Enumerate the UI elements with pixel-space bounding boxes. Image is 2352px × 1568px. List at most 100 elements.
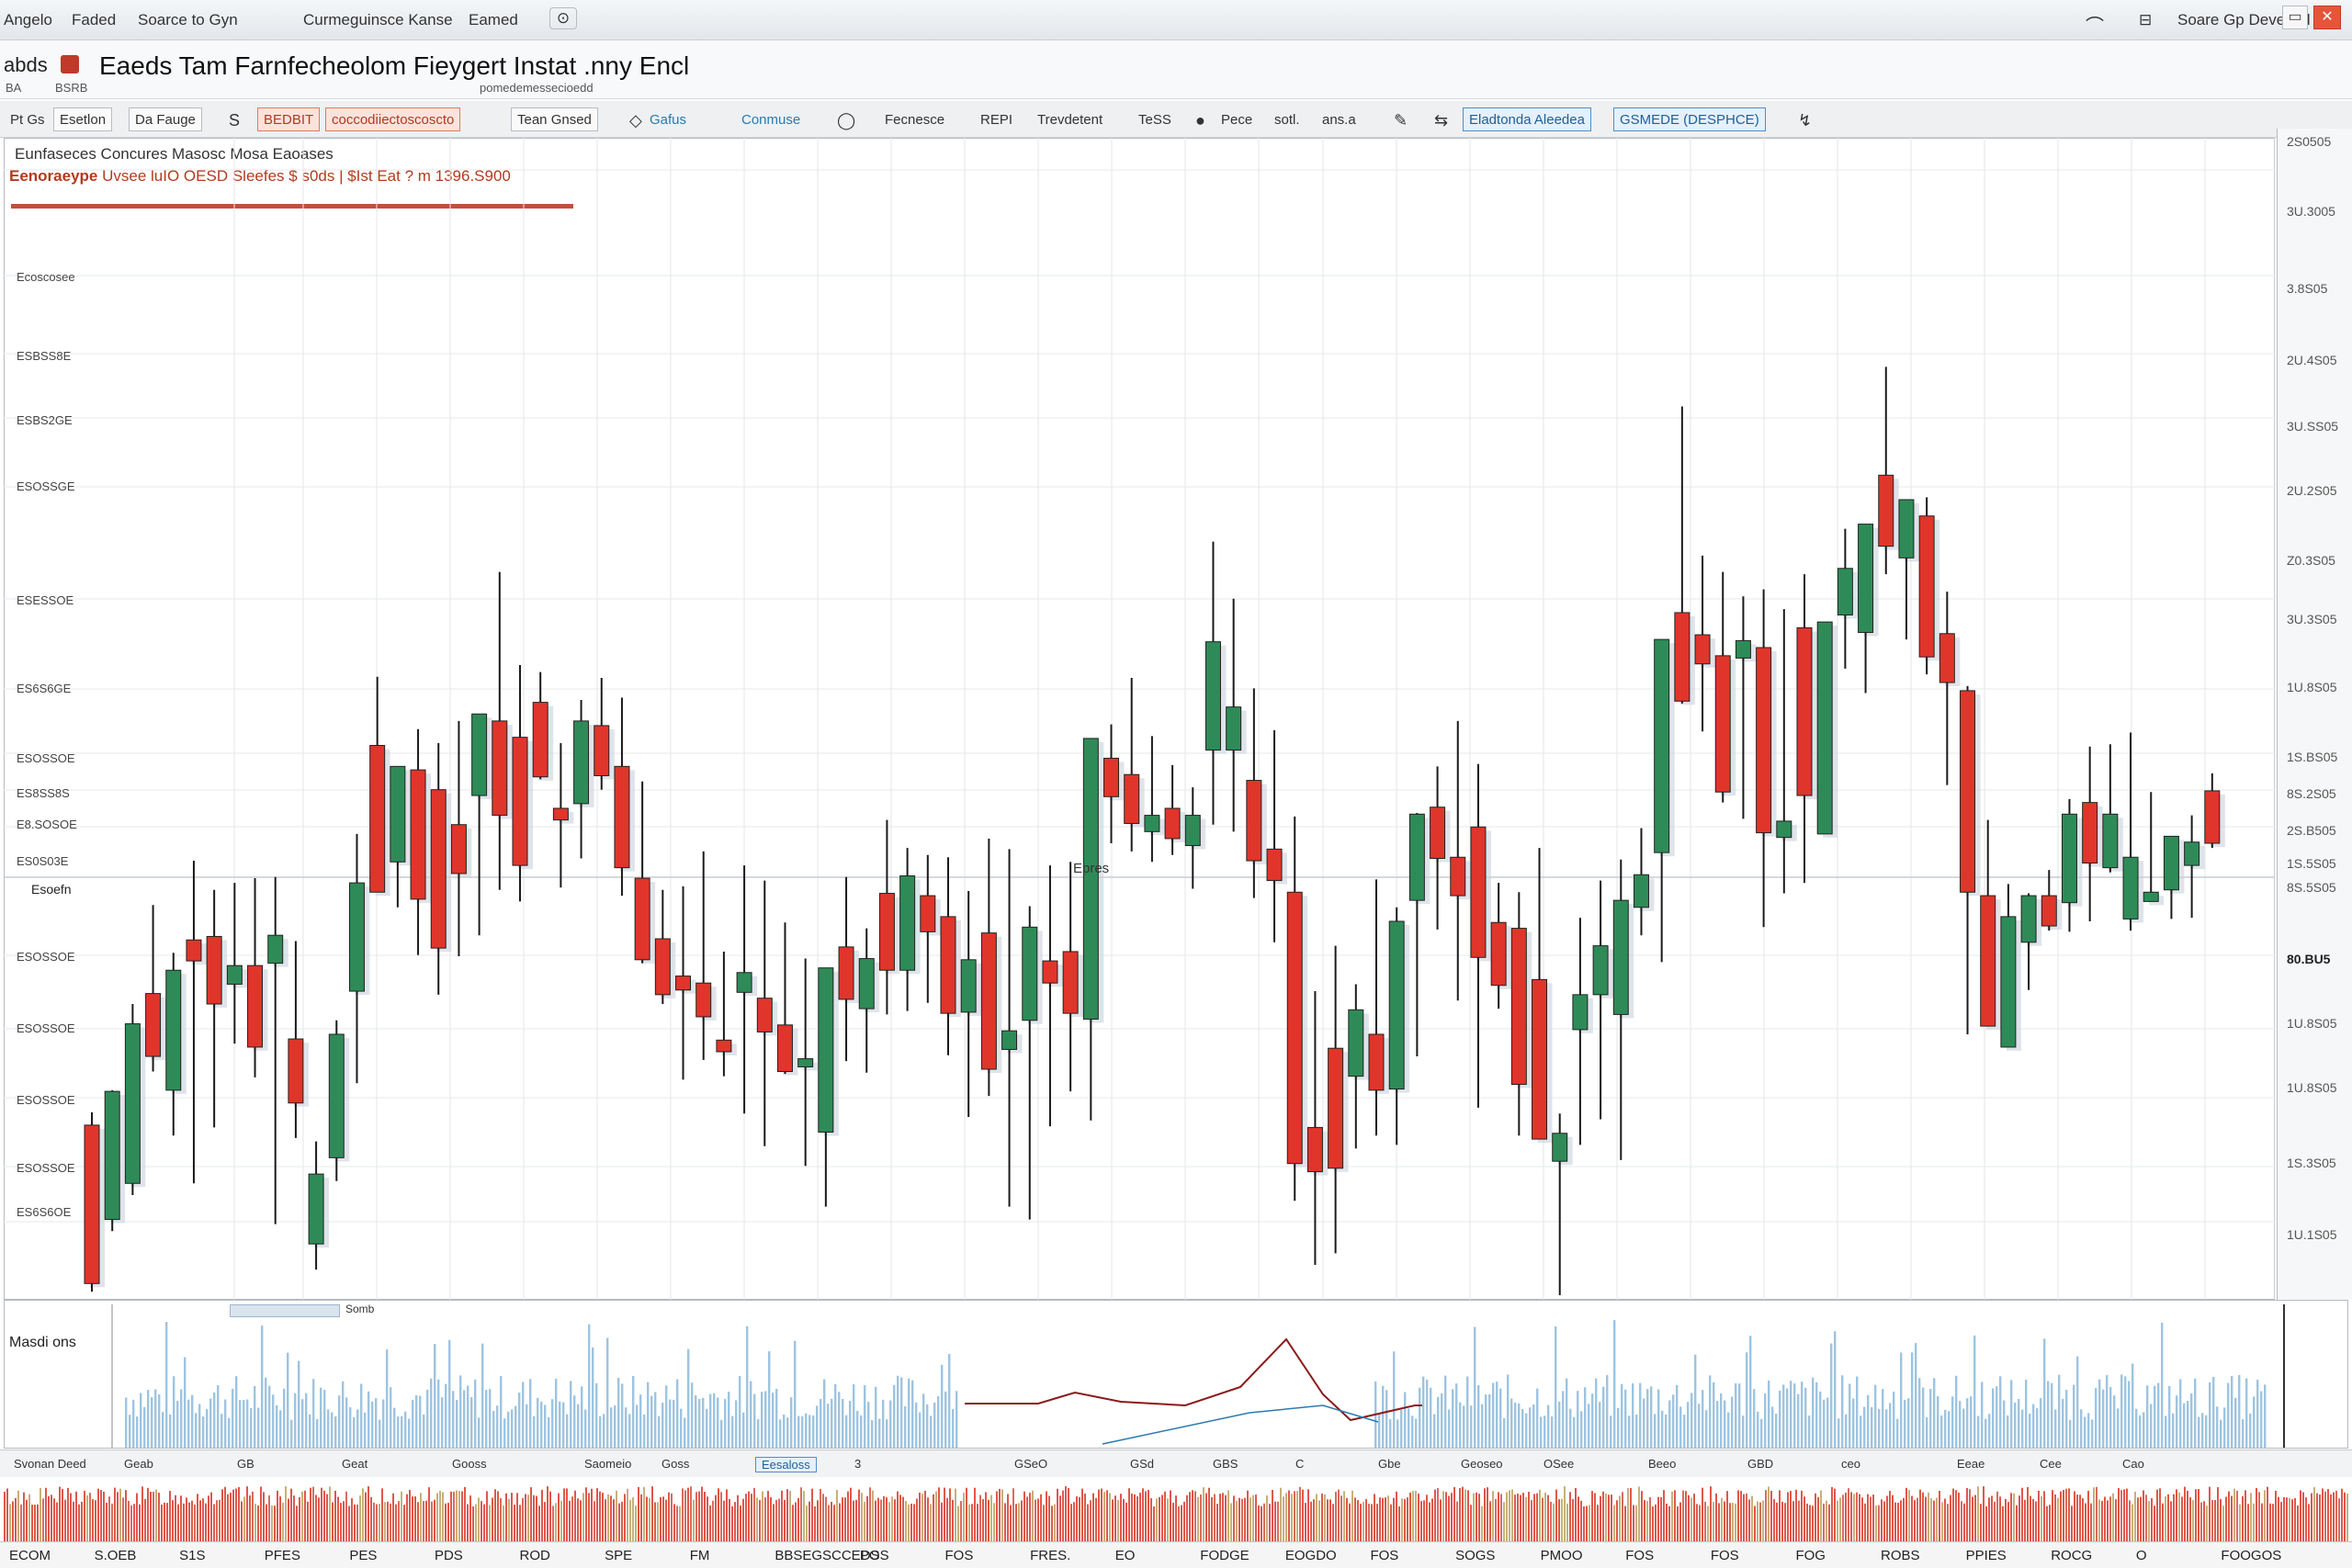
indicator-bar bbox=[2344, 1492, 2346, 1541]
indicator-bar bbox=[922, 1494, 923, 1541]
time-axis-label: PPIES bbox=[1965, 1548, 2007, 1563]
indicator-bar bbox=[337, 1496, 339, 1541]
indicator-bar bbox=[580, 1500, 582, 1541]
indicator-bar bbox=[1043, 1505, 1045, 1541]
indicator-bar bbox=[1382, 1497, 1384, 1541]
indicator-bar bbox=[2140, 1496, 2142, 1541]
indicator-bar bbox=[938, 1487, 940, 1541]
indicator-bar bbox=[1878, 1505, 1880, 1541]
indicator-bar bbox=[271, 1505, 273, 1541]
indicator-bar bbox=[2085, 1503, 2086, 1541]
indicator-bar bbox=[1338, 1489, 1340, 1541]
indicator-bar bbox=[883, 1495, 885, 1541]
indicator-bar bbox=[1070, 1504, 1072, 1541]
indicator-bar bbox=[232, 1489, 234, 1541]
indicator-bar bbox=[544, 1502, 546, 1541]
indicator-bar bbox=[1580, 1500, 1582, 1541]
indicator-bar bbox=[1081, 1488, 1083, 1541]
indicator-bar bbox=[1652, 1506, 1654, 1541]
indicator-bar bbox=[1702, 1487, 1703, 1541]
indicator-bar bbox=[1459, 1487, 1461, 1541]
indicator-bar bbox=[2327, 1489, 2329, 1541]
indicator-bar bbox=[1343, 1491, 1345, 1541]
indicator-bar bbox=[1464, 1489, 1466, 1541]
indicator-bar bbox=[2322, 1488, 2324, 1541]
indicator-bar bbox=[1181, 1505, 1182, 1541]
indicator-bar bbox=[469, 1495, 471, 1541]
indicator-bar bbox=[464, 1486, 466, 1541]
indicator-bar bbox=[1418, 1494, 1419, 1541]
indicator-bar bbox=[1357, 1500, 1359, 1541]
indicator-bar bbox=[731, 1506, 733, 1541]
indicator-bar bbox=[208, 1495, 209, 1541]
indicator-bar bbox=[428, 1487, 430, 1541]
indicator-bar bbox=[1291, 1494, 1293, 1541]
indicator-bar bbox=[164, 1502, 165, 1541]
indicator-bar bbox=[340, 1503, 342, 1541]
indicator-bar bbox=[249, 1495, 251, 1541]
indicator-bar bbox=[1641, 1491, 1643, 1541]
indicator-bar bbox=[1594, 1493, 1596, 1541]
indicator-bar bbox=[409, 1490, 411, 1541]
indicator-bar bbox=[453, 1491, 455, 1541]
indicator-bar bbox=[1252, 1495, 1254, 1541]
indicator-bar bbox=[2032, 1498, 2034, 1541]
indicator-bar bbox=[2203, 1501, 2205, 1541]
indicator-bar bbox=[2324, 1491, 2326, 1541]
indicator-bar bbox=[1509, 1490, 1510, 1541]
indicator-bar bbox=[1272, 1489, 1273, 1541]
indicator-bar bbox=[613, 1499, 615, 1541]
indicator-bar bbox=[1961, 1501, 1962, 1541]
indicator-bar bbox=[6, 1488, 8, 1541]
indicator-bar bbox=[684, 1490, 686, 1541]
indicator-bar bbox=[1269, 1504, 1271, 1541]
indicator-bar bbox=[897, 1491, 899, 1541]
indicator-bar bbox=[1955, 1490, 1957, 1541]
indicator-bar bbox=[219, 1499, 220, 1541]
indicator-bar bbox=[1668, 1506, 1670, 1541]
indicator-bar bbox=[2115, 1499, 2117, 1541]
indicator-bar bbox=[4, 1491, 6, 1541]
indicator-bar bbox=[1605, 1494, 1607, 1541]
indicator-bar bbox=[343, 1501, 345, 1541]
indicator-bar bbox=[1690, 1497, 1692, 1541]
indicator-bar bbox=[2118, 1487, 2120, 1541]
indicator-bar bbox=[577, 1498, 579, 1541]
indicator-bar bbox=[1517, 1493, 1519, 1541]
indicator-bar bbox=[147, 1487, 149, 1541]
indicator-bar bbox=[1131, 1493, 1133, 1541]
indicator-bar bbox=[70, 1493, 72, 1541]
indicator-bar bbox=[2090, 1503, 2092, 1541]
indicator-bar bbox=[530, 1487, 532, 1541]
indicator-bar bbox=[1059, 1495, 1061, 1541]
indicator-bar bbox=[1159, 1496, 1160, 1541]
indicator-bar bbox=[649, 1497, 650, 1541]
indicator-bar bbox=[285, 1486, 287, 1541]
indicator-bar bbox=[1073, 1502, 1075, 1541]
indicator-bar bbox=[1950, 1495, 1951, 1541]
indicator-bar bbox=[492, 1497, 493, 1541]
indicator-bar bbox=[1633, 1505, 1634, 1541]
indicator-bar bbox=[180, 1495, 182, 1541]
indicator-bar bbox=[64, 1499, 66, 1541]
indicator-bar bbox=[1892, 1495, 1894, 1541]
indicator-bar bbox=[1952, 1488, 1954, 1541]
indicator-bar bbox=[704, 1491, 706, 1541]
indicator-bar bbox=[806, 1505, 808, 1541]
indicator-bar bbox=[89, 1493, 91, 1541]
indicator-bar bbox=[1065, 1486, 1067, 1541]
indicator-bar bbox=[740, 1505, 741, 1541]
indicator-bar bbox=[1881, 1499, 1883, 1541]
indicator-bar bbox=[662, 1496, 664, 1541]
indicator-bar bbox=[92, 1499, 94, 1541]
indicator-bar bbox=[1795, 1489, 1797, 1541]
indicator-bar bbox=[1164, 1491, 1166, 1541]
indicator-bar bbox=[2132, 1504, 2133, 1541]
indicator-bar bbox=[1192, 1490, 1193, 1541]
indicator-bar bbox=[2098, 1499, 2100, 1541]
indicator-bar bbox=[1346, 1497, 1348, 1541]
indicator-bar bbox=[260, 1486, 262, 1541]
indicator-bar bbox=[1057, 1488, 1058, 1541]
indicator-bar bbox=[514, 1504, 515, 1541]
indicator-bar bbox=[401, 1491, 402, 1541]
